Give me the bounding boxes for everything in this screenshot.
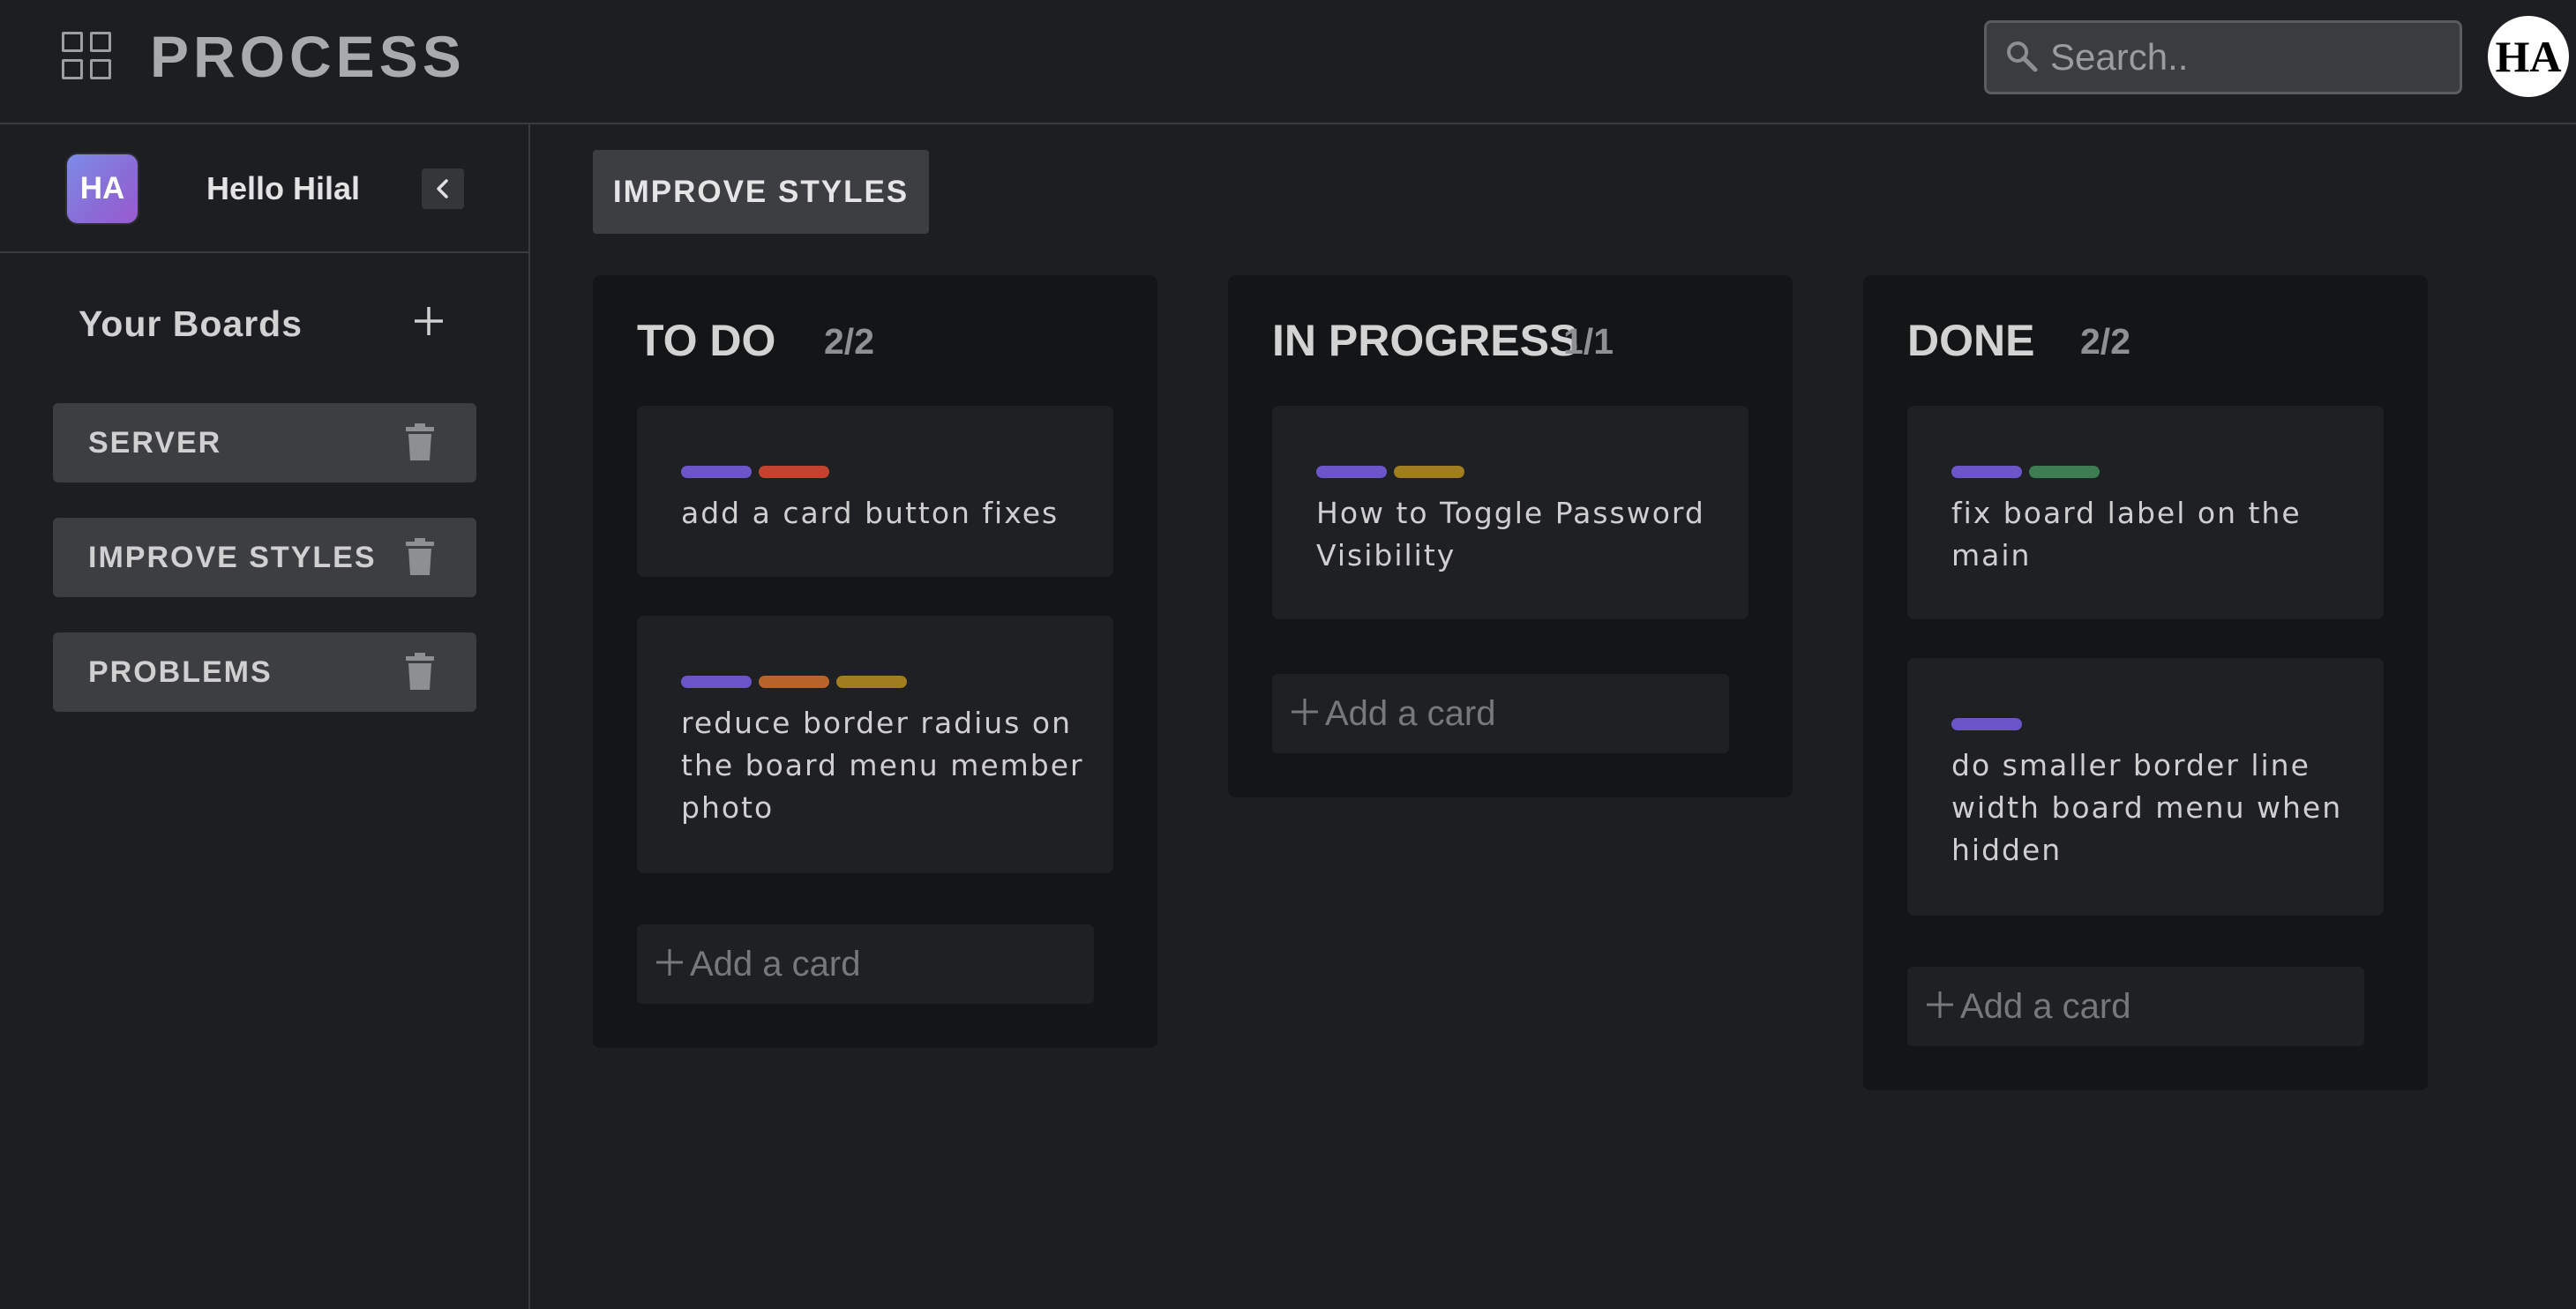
card-text: fix board label on the main <box>1951 496 2302 572</box>
search-input[interactable] <box>2050 32 2438 83</box>
chevron-left-icon <box>437 179 448 198</box>
label-tag <box>836 676 907 688</box>
add-card-label: Add a card <box>690 945 861 984</box>
column-in-progress: IN PROGRESS 1/1 How to Toggle Password V… <box>1228 275 1793 797</box>
plus-icon[interactable] <box>411 303 446 339</box>
column-done: DONE 2/2 fix board label on the main do … <box>1863 275 2428 1090</box>
card[interactable]: How to Toggle Password Visibility <box>1272 406 1749 619</box>
app-title: PROCESS <box>150 24 466 89</box>
column-title: DONE <box>1907 316 2035 365</box>
label-tag <box>2029 466 2100 478</box>
card-text: do smaller border line width board menu … <box>1951 748 2343 867</box>
column-count: 2/2 <box>2080 321 2130 362</box>
sidebar-board-improve-styles[interactable]: IMPROVE STYLES <box>53 518 476 597</box>
sidebar-board-server[interactable]: SERVER <box>53 403 476 482</box>
plus-icon <box>1292 699 1318 725</box>
column-title: IN PROGRESS <box>1272 316 1579 365</box>
board-label: IMPROVE STYLES <box>88 541 377 574</box>
sidebar: HA Hello Hilal Your Boards SERVER IMPROV… <box>0 124 530 1309</box>
card[interactable]: fix board label on the main <box>1907 406 2384 619</box>
card-text: reduce border radius on the board menu m… <box>681 706 1084 825</box>
collapse-sidebar-button[interactable] <box>422 168 464 209</box>
board-label: PROBLEMS <box>88 655 273 689</box>
search-box[interactable] <box>1984 20 2462 94</box>
search-icon <box>2007 41 2038 72</box>
add-card-button[interactable]: Add a card <box>1272 674 1729 753</box>
trash-icon[interactable] <box>405 653 435 690</box>
grid-icon[interactable] <box>62 32 113 81</box>
card[interactable]: do smaller border line width board menu … <box>1907 658 2384 916</box>
card[interactable]: add a card button fixes <box>637 406 1113 577</box>
boards-title: Your Boards <box>79 303 303 344</box>
column-count: 2/2 <box>824 321 874 362</box>
label-tag <box>1951 718 2022 730</box>
sidebar-header: HA Hello Hilal <box>0 124 528 253</box>
sidebar-board-problems[interactable]: PROBLEMS <box>53 632 476 712</box>
trash-icon[interactable] <box>405 423 435 460</box>
add-card-button[interactable]: Add a card <box>637 924 1094 1004</box>
label-tag <box>759 466 829 478</box>
add-card-label: Add a card <box>1960 987 2131 1026</box>
plus-icon <box>1927 991 1953 1018</box>
label-tag <box>1394 466 1464 478</box>
plus-icon <box>656 949 683 976</box>
card-text: add a card button fixes <box>681 496 1060 530</box>
column-count: 1/1 <box>1563 321 1614 362</box>
label-tag <box>681 676 752 688</box>
card[interactable]: reduce border radius on the board menu m… <box>637 616 1113 873</box>
avatar[interactable]: HA <box>65 153 139 225</box>
greeting: Hello Hilal <box>206 170 361 206</box>
board-label: SERVER <box>88 426 222 460</box>
add-card-button[interactable]: Add a card <box>1907 967 2364 1046</box>
column-todo: TO DO 2/2 add a card button fixes reduce… <box>593 275 1157 1048</box>
top-bar: PROCESS HA <box>0 0 2576 124</box>
board-title-button[interactable]: IMPROVE STYLES <box>593 150 929 234</box>
column-title: TO DO <box>637 316 776 365</box>
user-avatar[interactable]: HA <box>2488 16 2569 97</box>
trash-icon[interactable] <box>405 538 435 575</box>
label-tag <box>681 466 752 478</box>
label-tag <box>759 676 829 688</box>
label-tag <box>1316 466 1387 478</box>
label-tag <box>1951 466 2022 478</box>
add-card-label: Add a card <box>1325 694 1496 733</box>
card-text: How to Toggle Password Visibility <box>1316 496 1705 572</box>
